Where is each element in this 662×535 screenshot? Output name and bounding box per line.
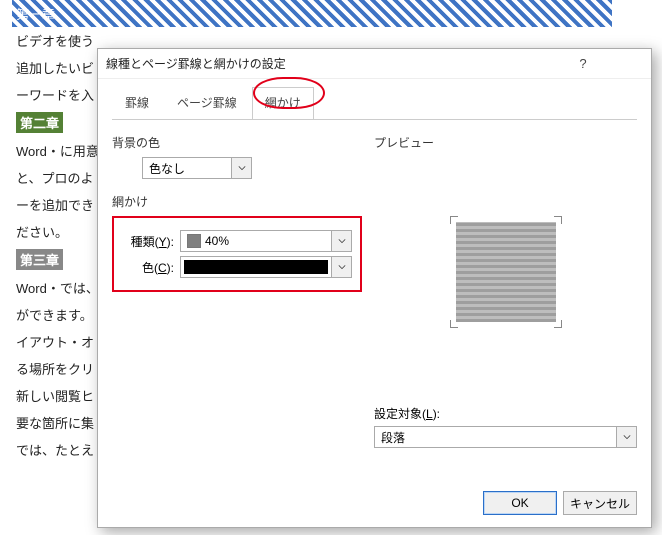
tab-underline [112, 119, 637, 120]
chapter-1-title: 第一章 [12, 0, 612, 27]
ok-button[interactable]: OK [483, 491, 557, 515]
dialog-button-row: OK キャンセル [483, 491, 637, 515]
pattern-color-label: 色(C): [122, 259, 174, 276]
pattern-type-value: 40% [181, 234, 331, 248]
corner-handle-icon [554, 320, 562, 328]
pattern-color-dropdown[interactable] [180, 256, 352, 278]
right-column: プレビュー 設定対象(L): 段落 [374, 130, 637, 448]
pattern-type-dropdown[interactable]: 40% [180, 230, 352, 252]
dialog-titlebar: 線種とページ罫線と網かけの設定 ? [98, 49, 651, 79]
help-button[interactable]: ? [563, 50, 603, 78]
dialog-title: 線種とページ罫線と網かけの設定 [106, 55, 563, 72]
preview-label: プレビュー [374, 134, 637, 151]
pattern-color-value [181, 257, 331, 277]
apply-to-value: 段落 [375, 429, 616, 446]
chevron-down-icon [331, 231, 351, 251]
grey-swatch-icon [187, 234, 201, 248]
tab-shading[interactable]: 網かけ [252, 87, 314, 120]
dialog-tabs: 罫線 ページ罫線 網かけ [98, 79, 651, 120]
background-color-value: 色なし [143, 160, 231, 177]
background-color-dropdown[interactable]: 色なし [142, 157, 252, 179]
left-column: 背景の色 色なし 網かけ 種類(Y): [112, 130, 362, 448]
apply-to-section: 設定対象(L): 段落 [374, 405, 637, 448]
shading-group-label: 網かけ [112, 193, 362, 210]
chevron-down-icon [616, 427, 636, 447]
tab-borders[interactable]: 罫線 [112, 87, 162, 120]
chevron-down-icon [331, 257, 351, 277]
corner-handle-icon [450, 216, 458, 224]
apply-to-label: 設定対象(L): [374, 405, 637, 422]
chevron-down-icon [231, 158, 251, 178]
apply-to-dropdown[interactable]: 段落 [374, 426, 637, 448]
background-color-label: 背景の色 [112, 134, 362, 151]
borders-and-shading-dialog: 線種とページ罫線と網かけの設定 ? 罫線 ページ罫線 網かけ 背景の色 色なし [97, 48, 652, 528]
close-button[interactable] [603, 50, 643, 78]
corner-handle-icon [450, 320, 458, 328]
cancel-button[interactable]: キャンセル [563, 491, 637, 515]
tab-page-border[interactable]: ページ罫線 [164, 87, 250, 120]
pattern-type-label: 種類(Y): [122, 233, 174, 250]
corner-handle-icon [554, 216, 562, 224]
black-swatch-icon [184, 260, 328, 274]
dialog-content: 背景の色 色なし 網かけ 種類(Y): [98, 120, 651, 452]
preview-area [374, 157, 637, 387]
preview-sample [456, 222, 556, 322]
annotation-rectangle: 種類(Y): 40% 色(C): [112, 216, 362, 292]
